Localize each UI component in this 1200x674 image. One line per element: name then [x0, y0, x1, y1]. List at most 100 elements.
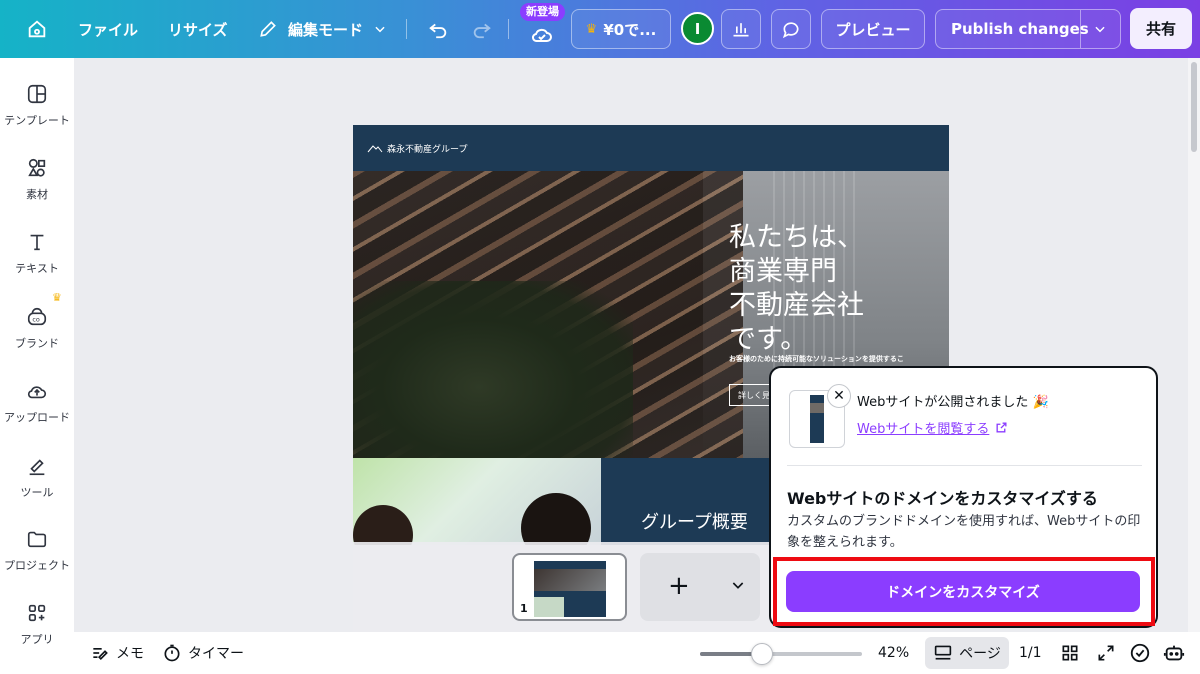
- hero-title-line: です。: [729, 324, 808, 355]
- crown-icon: ♛: [52, 291, 62, 304]
- scrollbar-thumb[interactable]: [1191, 62, 1197, 152]
- file-menu[interactable]: ファイル: [78, 0, 138, 58]
- hero-title-line: 商業専門: [729, 256, 837, 287]
- external-link-icon: [996, 422, 1007, 433]
- sidebar-item-label: テキスト: [15, 262, 59, 275]
- add-page-button[interactable]: +: [640, 553, 760, 621]
- zoom-percent[interactable]: 42%: [878, 632, 909, 674]
- fullscreen-button[interactable]: [1096, 632, 1116, 674]
- toolbar-divider: [508, 19, 509, 39]
- sidebar-item-label: プロジェクト: [4, 559, 70, 572]
- left-sidebar: テンプレート 素材 テキスト co ブランド アップロード ツール プロジェクト…: [0, 58, 74, 674]
- edit-mode-dropdown[interactable]: 編集モード: [258, 0, 387, 58]
- cloud-save-button[interactable]: [528, 6, 556, 64]
- page-thumbnail[interactable]: 1: [512, 553, 627, 621]
- pages-label: ページ: [959, 646, 1001, 662]
- sidebar-item-upload[interactable]: アップロード: [0, 379, 74, 449]
- insights-button[interactable]: [721, 9, 761, 49]
- plus-icon: +: [668, 571, 690, 601]
- sidebar-item-label: アプリ: [20, 633, 54, 646]
- notes-icon: [93, 648, 108, 661]
- undo-icon: [429, 23, 447, 39]
- thumbnail-photo: [534, 597, 564, 617]
- sidebar-item-elements[interactable]: 素材: [0, 156, 74, 226]
- check-button[interactable]: [1129, 632, 1151, 674]
- sidebar-item-tools[interactable]: ツール: [0, 454, 74, 524]
- share-button[interactable]: 共有: [1130, 8, 1192, 49]
- popup-title: Webサイトのドメインをカスタマイズする: [787, 489, 1098, 508]
- timer-button[interactable]: タイマー: [162, 632, 244, 674]
- notes-label: メモ: [116, 646, 144, 662]
- toolbar-divider: [406, 19, 407, 39]
- pages-icon: [934, 645, 952, 660]
- pro-trial-button[interactable]: ♛ ¥0で...: [571, 9, 671, 49]
- sidebar-item-label: 素材: [26, 188, 48, 201]
- undo-button[interactable]: [424, 0, 452, 58]
- edit-mode-label: 編集モード: [288, 20, 364, 39]
- grid-view-button[interactable]: [1060, 632, 1080, 674]
- cloud-check-icon: [532, 28, 552, 42]
- site-logo: 森永不動産グループ: [367, 142, 467, 155]
- pages-view-button[interactable]: ページ: [925, 637, 1009, 669]
- home-icon: [28, 20, 46, 38]
- robot-icon: [1163, 645, 1185, 661]
- hero-title-line: 不動産会社: [729, 290, 864, 321]
- text-icon: [25, 230, 49, 254]
- sidebar-item-brand[interactable]: co ブランド: [0, 305, 74, 375]
- comment-icon: [782, 22, 799, 39]
- chevron-down-icon: [375, 26, 385, 33]
- chevron-down-icon[interactable]: [730, 577, 746, 593]
- comment-button[interactable]: [771, 9, 811, 49]
- sidebar-item-label: アップロード: [4, 411, 70, 424]
- site-logo-text: 森永不動産グループ: [387, 144, 468, 155]
- sidebar-item-label: ツール: [20, 486, 54, 499]
- site-header[interactable]: 森永不動産グループ: [353, 125, 949, 171]
- tools-icon: [25, 454, 49, 478]
- grid-icon: [1062, 645, 1078, 661]
- publish-split-divider: [1080, 10, 1081, 48]
- sidebar-item-projects[interactable]: プロジェクト: [0, 527, 74, 597]
- zoom-slider-handle[interactable]: [751, 643, 773, 665]
- publish-changes-button[interactable]: Publish changes: [935, 9, 1121, 49]
- published-message: Webサイトが公開されました 🎉: [857, 395, 1049, 410]
- assistant-button[interactable]: [1162, 632, 1186, 674]
- preview-button[interactable]: プレビュー: [821, 9, 925, 49]
- timer-icon: [164, 644, 180, 662]
- publish-changes-label: Publish changes: [951, 20, 1089, 38]
- page-count: 1/1: [1019, 645, 1042, 661]
- brand-icon: co: [25, 305, 49, 329]
- pro-trial-label: ¥0で...: [603, 20, 657, 39]
- customize-domain-button[interactable]: ドメインをカスタマイズ: [786, 571, 1140, 612]
- sidebar-item-templates[interactable]: テンプレート: [0, 82, 74, 152]
- sidebar-item-apps[interactable]: アプリ: [0, 601, 74, 671]
- page-number: 1: [520, 602, 528, 615]
- thumbnail-hero: [534, 569, 606, 591]
- elements-icon: [25, 156, 49, 180]
- mountain-logo-icon: [367, 145, 383, 153]
- redo-icon: [473, 23, 491, 39]
- home-button[interactable]: [22, 0, 52, 58]
- resize-menu[interactable]: リサイズ: [168, 0, 228, 58]
- hero-subtitle: お客様のために持続可能なソリューションを提供するこ: [729, 355, 904, 363]
- view-website-link[interactable]: Webサイトを閲覧する: [857, 418, 1008, 437]
- close-icon[interactable]: ✕: [827, 384, 851, 408]
- chevron-down-icon[interactable]: [1093, 22, 1107, 36]
- tree-image: [353, 281, 633, 458]
- timer-label: タイマー: [188, 646, 244, 662]
- section-title: グループ概要: [641, 512, 748, 533]
- crown-icon: ♛: [585, 21, 598, 37]
- template-icon: [25, 82, 49, 106]
- notes-button[interactable]: メモ: [90, 632, 144, 674]
- hero-title-line: 私たちは、: [729, 222, 864, 253]
- folder-icon: [25, 527, 49, 551]
- thumbnail-preview: [534, 561, 606, 617]
- hero-title: 私たちは、 商業専門 不動産会社 です。: [729, 221, 864, 357]
- svg-text:co: co: [32, 316, 40, 324]
- redo-button[interactable]: [468, 0, 496, 58]
- avatar[interactable]: I: [681, 12, 714, 45]
- expand-icon: [1098, 645, 1114, 661]
- check-circle-icon: [1130, 643, 1150, 663]
- apps-icon: [25, 601, 49, 625]
- sidebar-item-text[interactable]: テキスト: [0, 230, 74, 300]
- thumbnail-hero: [810, 403, 824, 413]
